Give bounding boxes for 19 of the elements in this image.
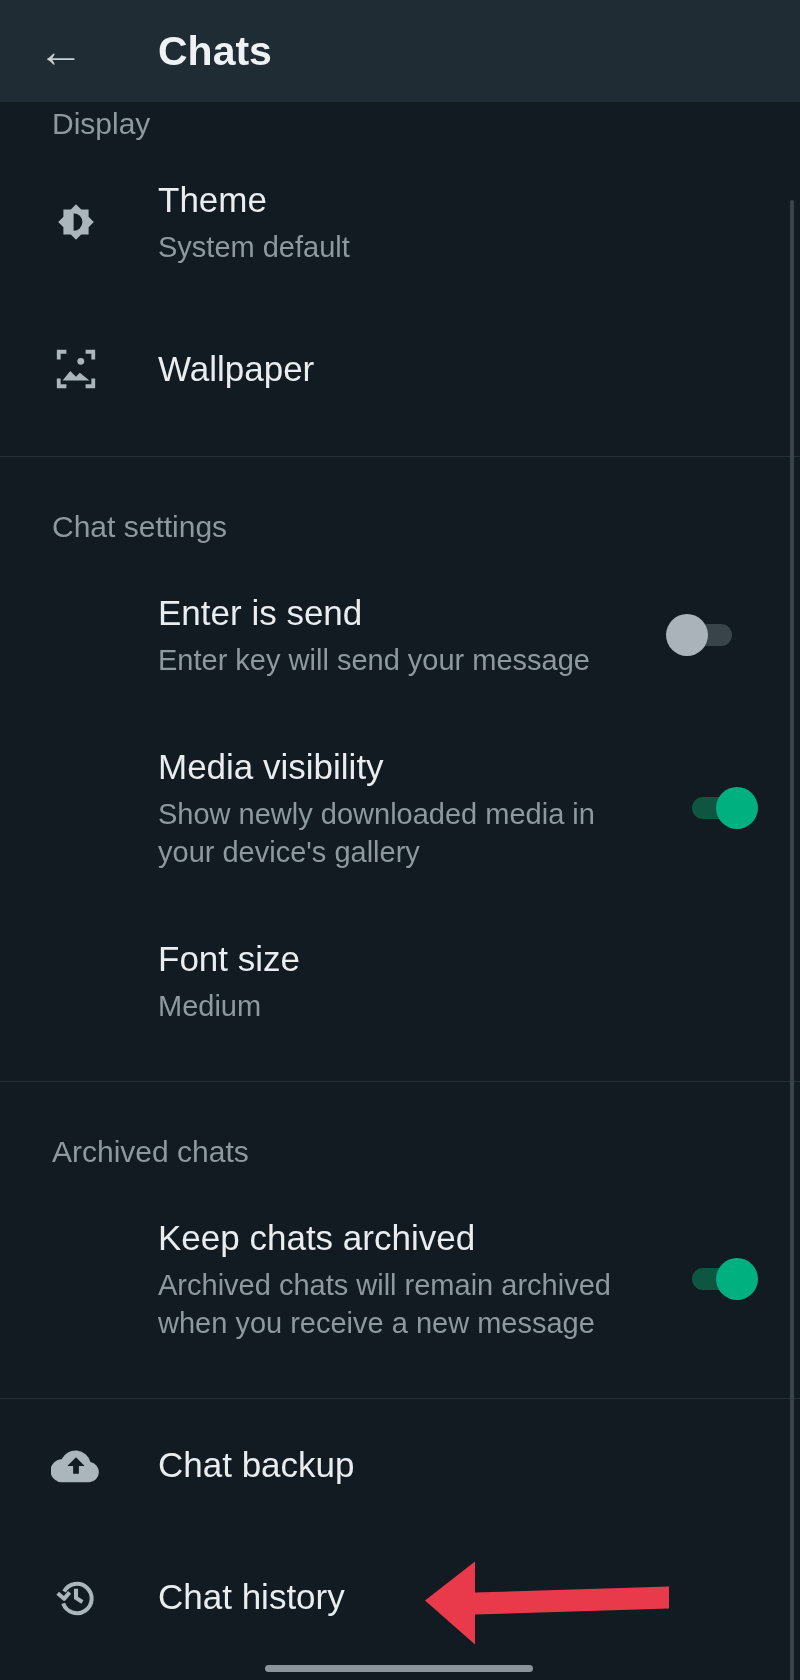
screen-title: Chats — [158, 27, 272, 75]
setting-description: Medium — [158, 989, 263, 1024]
setting-description: Show newly downloaded media in your device's gallery — [158, 797, 596, 870]
section-heading: Chat settings — [51, 509, 229, 545]
back-button[interactable]: ← — [0, 28, 158, 74]
setting-title[interactable]: Font size — [158, 937, 300, 981]
setting-description: Enter key will send your message — [158, 643, 591, 678]
setting-title[interactable]: Media visibility — [158, 745, 384, 789]
setting-title[interactable]: Keep chats archived — [158, 1216, 476, 1260]
setting-title[interactable]: Theme — [158, 178, 267, 222]
setting-title[interactable]: Chat history — [158, 1575, 345, 1619]
section-heading: Archived chats — [51, 1134, 250, 1170]
setting-title[interactable]: Wallpaper — [158, 347, 315, 391]
setting-description: System default — [158, 230, 351, 265]
setting-title[interactable]: Chat backup — [158, 1443, 355, 1487]
setting-description: Archived chats will remain archived when you receive a new message — [158, 1268, 612, 1341]
section-heading: Display — [51, 106, 152, 142]
cloud-upload-icon — [51, 1447, 101, 1483]
setting-title[interactable]: Enter is send — [158, 591, 363, 635]
